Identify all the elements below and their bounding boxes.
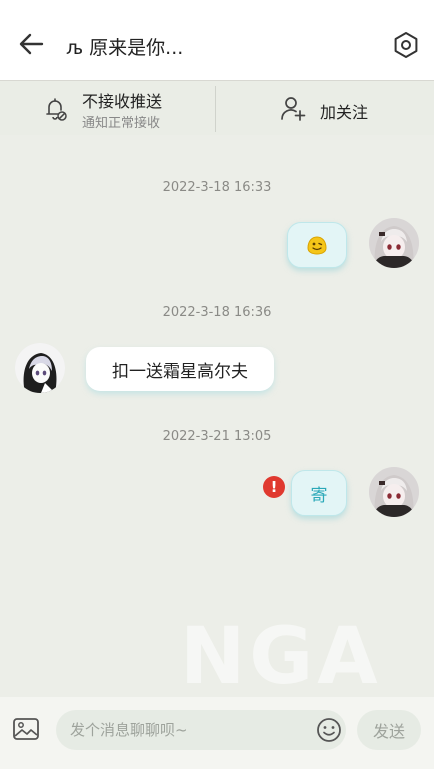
bell-off-icon[interactable]: [42, 96, 68, 122]
send-failed-icon[interactable]: !: [263, 476, 285, 498]
message-bubble-outgoing[interactable]: [287, 222, 347, 268]
push-toggle-subtitle: 通知正常接收: [82, 116, 161, 131]
message-input[interactable]: [56, 710, 346, 750]
nga-watermark: NGA: [180, 612, 382, 698]
anime-girl-avatar-image: [15, 343, 65, 393]
chat-header: љ 原来是你...: [0, 0, 434, 81]
my-avatar[interactable]: [369, 467, 419, 517]
follow-button[interactable]: 加关注: [320, 99, 368, 123]
chat-title: љ 原来是你...: [66, 37, 184, 59]
anime-girl-avatar-image: [369, 218, 419, 268]
hexagon-settings-icon[interactable]: [392, 31, 420, 59]
message-bubble-incoming[interactable]: 扣一送霜星高尔夫: [86, 347, 274, 391]
emoji-icon[interactable]: [316, 717, 342, 743]
add-user-icon[interactable]: [280, 95, 306, 121]
contact-avatar[interactable]: [15, 343, 65, 393]
my-avatar[interactable]: [369, 218, 419, 268]
send-button[interactable]: 发送: [357, 710, 421, 750]
smiley-emoji-icon: [307, 236, 327, 255]
image-icon[interactable]: [12, 716, 40, 742]
message-timestamp: 2022-3-18 16:36: [162, 305, 272, 320]
message-timestamp: 2022-3-21 13:05: [162, 429, 272, 444]
push-toggle-label[interactable]: 不接收推送: [82, 88, 162, 112]
divider: [215, 86, 216, 132]
arrow-left-icon[interactable]: [18, 32, 44, 56]
anime-girl-avatar-image: [369, 467, 419, 517]
message-bubble-outgoing[interactable]: 寄: [291, 470, 347, 516]
message-timestamp: 2022-3-18 16:33: [162, 180, 272, 195]
